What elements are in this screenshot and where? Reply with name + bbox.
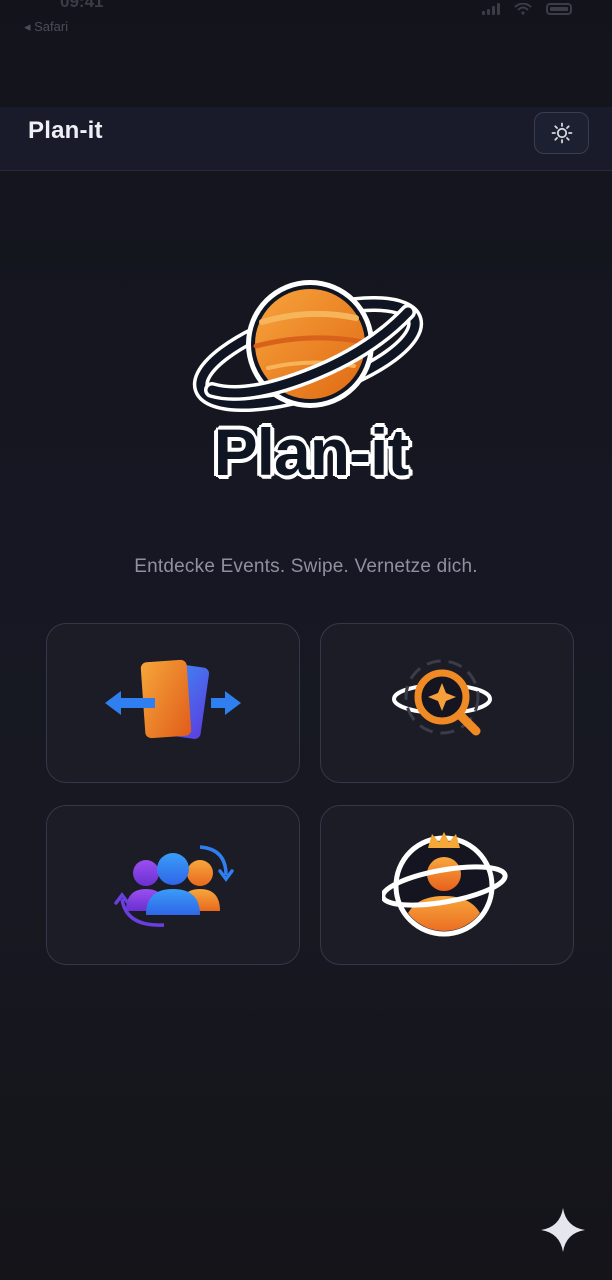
community-icon <box>114 845 234 927</box>
community-tile[interactable] <box>46 805 300 965</box>
sun-icon <box>551 122 572 144</box>
swipe-events-tile[interactable] <box>46 623 300 783</box>
tagline: Entdecke Events. Swipe. Vernetze dich. <box>134 556 478 577</box>
profile-tile[interactable] <box>320 805 574 965</box>
app-logo: Plan-it <box>186 272 436 492</box>
status-time: 09:41 <box>60 0 104 11</box>
app-title: Plan-it <box>28 117 103 144</box>
battery-icon <box>546 3 572 15</box>
status-icons <box>482 3 572 15</box>
app-screen: 09:41 ◂ Safari Plan-it Plan-it Entdecke … <box>0 0 612 1280</box>
signal-icon <box>482 3 500 15</box>
discover-events-tile[interactable] <box>320 623 574 783</box>
swipe-cards-icon <box>105 659 241 739</box>
wifi-icon <box>514 3 532 15</box>
logo-wordmark: Plan-it <box>213 415 410 489</box>
theme-toggle-button[interactable] <box>534 112 589 154</box>
planet-icon <box>192 280 424 413</box>
sparkle-icon[interactable] <box>540 1207 586 1253</box>
back-to-app-link[interactable]: ◂ Safari <box>24 19 68 35</box>
profile-crown-icon <box>382 832 508 937</box>
status-bar: 09:41 ◂ Safari <box>0 0 612 40</box>
app-bar: Plan-it <box>0 107 612 171</box>
discover-search-icon <box>392 659 492 736</box>
